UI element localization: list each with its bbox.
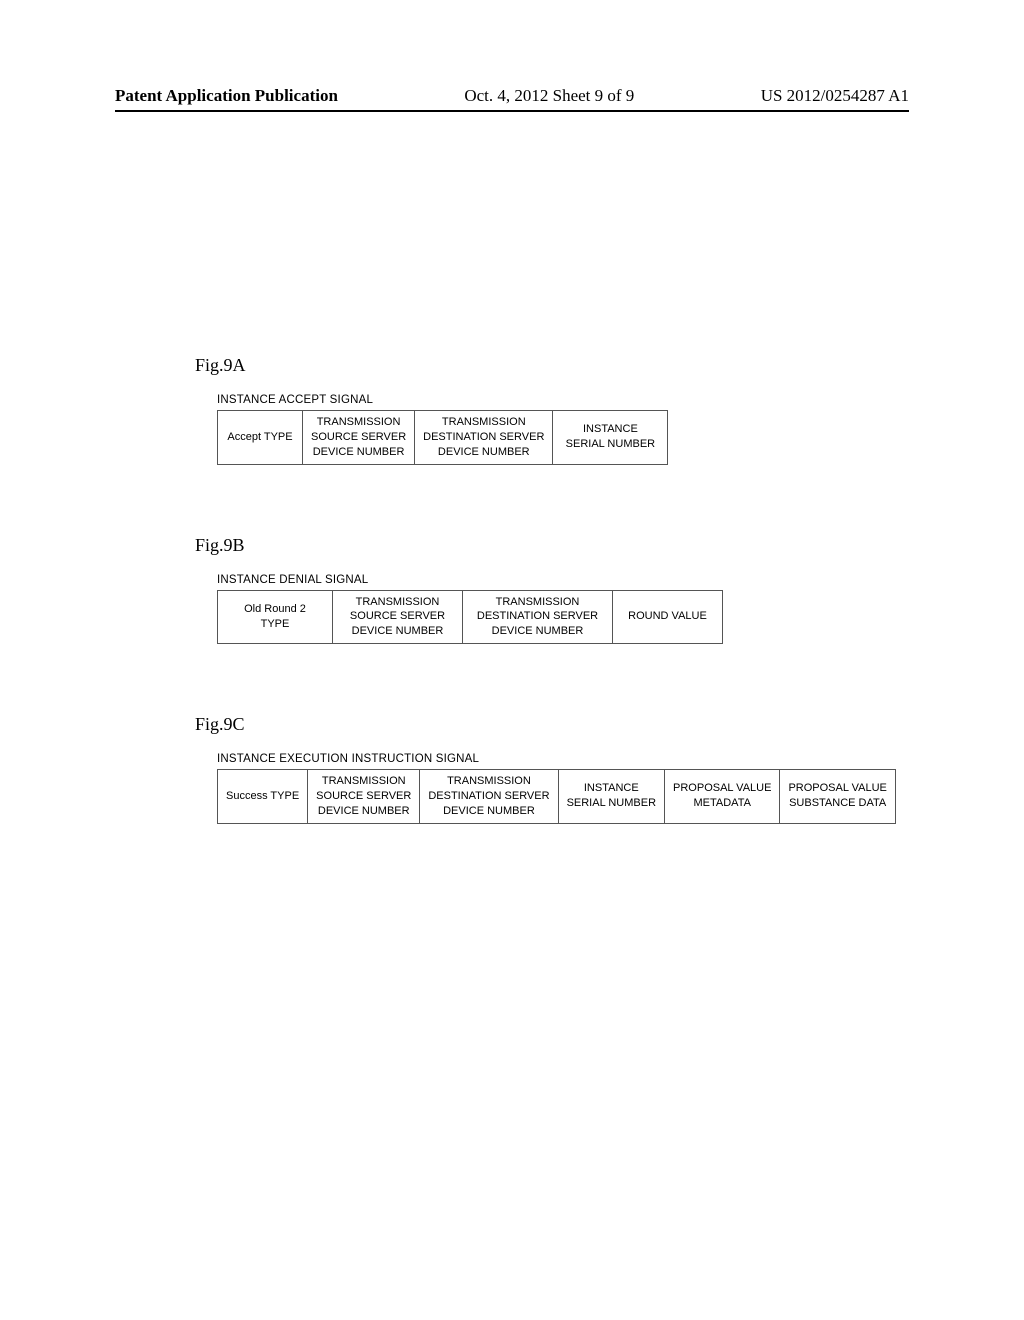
fig9a-cell-type: Accept TYPE [218, 411, 303, 465]
figure-9c-label: Fig.9C [195, 714, 909, 735]
figure-9a-title: INSTANCE ACCEPT SIGNAL [217, 394, 909, 406]
figure-9c-title: INSTANCE EXECUTION INSTRUCTION SIGNAL [217, 753, 909, 765]
fig9c-cell-type: Success TYPE [218, 770, 308, 824]
header-pub-number: US 2012/0254287 A1 [761, 86, 909, 106]
figure-9a-label: Fig.9A [195, 355, 909, 376]
fig9c-cell-destination: TRANSMISSIONDESTINATION SERVERDEVICE NUM… [420, 770, 558, 824]
figure-9a-table: Accept TYPE TRANSMISSIONSOURCE SERVERDEV… [217, 410, 668, 465]
figure-9c-table: Success TYPE TRANSMISSIONSOURCE SERVERDE… [217, 769, 896, 824]
fig9b-cell-type: Old Round 2TYPE [218, 590, 333, 644]
fig9c-cell-proposal-substance: PROPOSAL VALUESUBSTANCE DATA [780, 770, 895, 824]
fig9a-cell-source: TRANSMISSIONSOURCE SERVERDEVICE NUMBER [303, 411, 415, 465]
figure-9b: Fig.9B INSTANCE DENIAL SIGNAL Old Round … [195, 535, 909, 645]
figure-content: Fig.9A INSTANCE ACCEPT SIGNAL Accept TYP… [195, 355, 909, 884]
figure-9a: Fig.9A INSTANCE ACCEPT SIGNAL Accept TYP… [195, 355, 909, 465]
fig9b-cell-source: TRANSMISSIONSOURCE SERVERDEVICE NUMBER [333, 590, 463, 644]
fig9b-cell-round: ROUND VALUE [613, 590, 723, 644]
fig9a-cell-destination: TRANSMISSIONDESTINATION SERVERDEVICE NUM… [415, 411, 553, 465]
fig9c-cell-source: TRANSMISSIONSOURCE SERVERDEVICE NUMBER [308, 770, 420, 824]
fig9a-cell-instance: INSTANCESERIAL NUMBER [553, 411, 668, 465]
header-publication: Patent Application Publication [115, 86, 338, 106]
fig9c-cell-proposal-metadata: PROPOSAL VALUEMETADATA [665, 770, 780, 824]
figure-9b-title: INSTANCE DENIAL SIGNAL [217, 574, 909, 586]
figure-9b-label: Fig.9B [195, 535, 909, 556]
figure-9b-table: Old Round 2TYPE TRANSMISSIONSOURCE SERVE… [217, 590, 723, 645]
figure-9c: Fig.9C INSTANCE EXECUTION INSTRUCTION SI… [195, 714, 909, 824]
fig9c-cell-instance: INSTANCESERIAL NUMBER [558, 770, 664, 824]
page-header: Patent Application Publication Oct. 4, 2… [0, 86, 1024, 112]
header-date-sheet: Oct. 4, 2012 Sheet 9 of 9 [464, 86, 634, 106]
fig9b-cell-destination: TRANSMISSIONDESTINATION SERVERDEVICE NUM… [463, 590, 613, 644]
